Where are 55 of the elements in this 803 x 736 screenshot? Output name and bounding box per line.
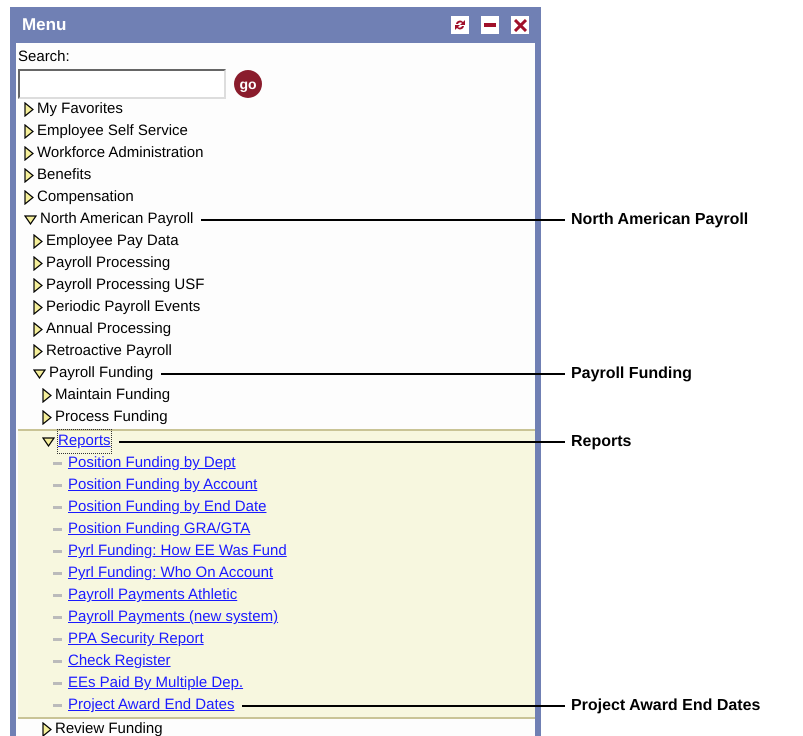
- menu-item[interactable]: Process Funding: [55, 406, 168, 429]
- report-link[interactable]: Position Funding by Dept: [68, 452, 236, 475]
- report-link[interactable]: Payroll Payments Athletic: [68, 584, 238, 607]
- menu-item[interactable]: Retroactive Payroll: [46, 340, 172, 363]
- dash-icon: [53, 528, 62, 531]
- dash-icon: [53, 594, 62, 597]
- menu-item[interactable]: Payroll Processing USF: [46, 274, 204, 297]
- menu-item[interactable]: Periodic Payroll Events: [46, 296, 200, 319]
- report-link[interactable]: Position Funding GRA/GTA: [68, 518, 250, 541]
- minimize-icon: [484, 23, 496, 27]
- dash-icon: [53, 506, 62, 509]
- dash-icon: [53, 550, 62, 553]
- dash-icon: [53, 572, 62, 575]
- callout-label: North American Payroll: [570, 210, 750, 230]
- report-link[interactable]: Position Funding by End Date: [68, 496, 266, 519]
- callout-label: Payroll Funding: [570, 364, 693, 384]
- report-link[interactable]: Pyrl Funding: Who On Account: [68, 562, 274, 585]
- refresh-button[interactable]: [451, 16, 469, 34]
- refresh-icon: [453, 18, 467, 32]
- menu-item[interactable]: Payroll Processing: [46, 252, 170, 275]
- menu-item[interactable]: Workforce Administration: [37, 142, 204, 165]
- dash-icon: [53, 616, 62, 619]
- close-button[interactable]: [511, 16, 529, 34]
- search-label: Search:: [18, 47, 71, 67]
- report-link[interactable]: Project Award End Dates: [68, 694, 234, 717]
- menu-item[interactable]: Benefits: [37, 164, 92, 187]
- go-button[interactable]: go: [234, 70, 262, 98]
- menu-item[interactable]: Review Funding: [55, 718, 163, 736]
- minimize-button[interactable]: [481, 16, 499, 34]
- report-link[interactable]: EEs Paid By Multiple Dep.: [68, 672, 244, 695]
- dash-icon: [53, 704, 62, 707]
- report-link[interactable]: PPA Security Report: [68, 628, 204, 651]
- dash-icon: [53, 660, 62, 663]
- menu-item[interactable]: Maintain Funding: [55, 384, 170, 407]
- report-link[interactable]: Position Funding by Account: [68, 474, 258, 497]
- dash-icon: [53, 638, 62, 641]
- menu-link[interactable]: Reports: [58, 430, 111, 453]
- menu-item[interactable]: Payroll Funding: [49, 362, 154, 385]
- menu-item[interactable]: My Favorites: [37, 98, 123, 121]
- menu-item[interactable]: Employee Self Service: [37, 120, 188, 143]
- dash-icon: [53, 484, 62, 487]
- report-link[interactable]: Check Register: [68, 650, 171, 673]
- menu-item[interactable]: Employee Pay Data: [46, 230, 179, 253]
- report-link[interactable]: Payroll Payments (new system): [68, 606, 278, 629]
- dash-icon: [53, 682, 62, 685]
- close-icon: [514, 18, 526, 32]
- callout-label: Reports: [570, 432, 632, 452]
- search-field[interactable]: [18, 68, 226, 98]
- menu-item[interactable]: Compensation: [37, 186, 134, 209]
- report-link[interactable]: Pyrl Funding: How EE Was Fund: [68, 540, 287, 563]
- menu-item[interactable]: Annual Processing: [46, 318, 172, 341]
- window-title: Menu: [22, 14, 66, 36]
- callout-label: Project Award End Dates: [570, 696, 762, 716]
- dash-icon: [53, 462, 62, 465]
- menu-item[interactable]: North American Payroll: [40, 208, 194, 231]
